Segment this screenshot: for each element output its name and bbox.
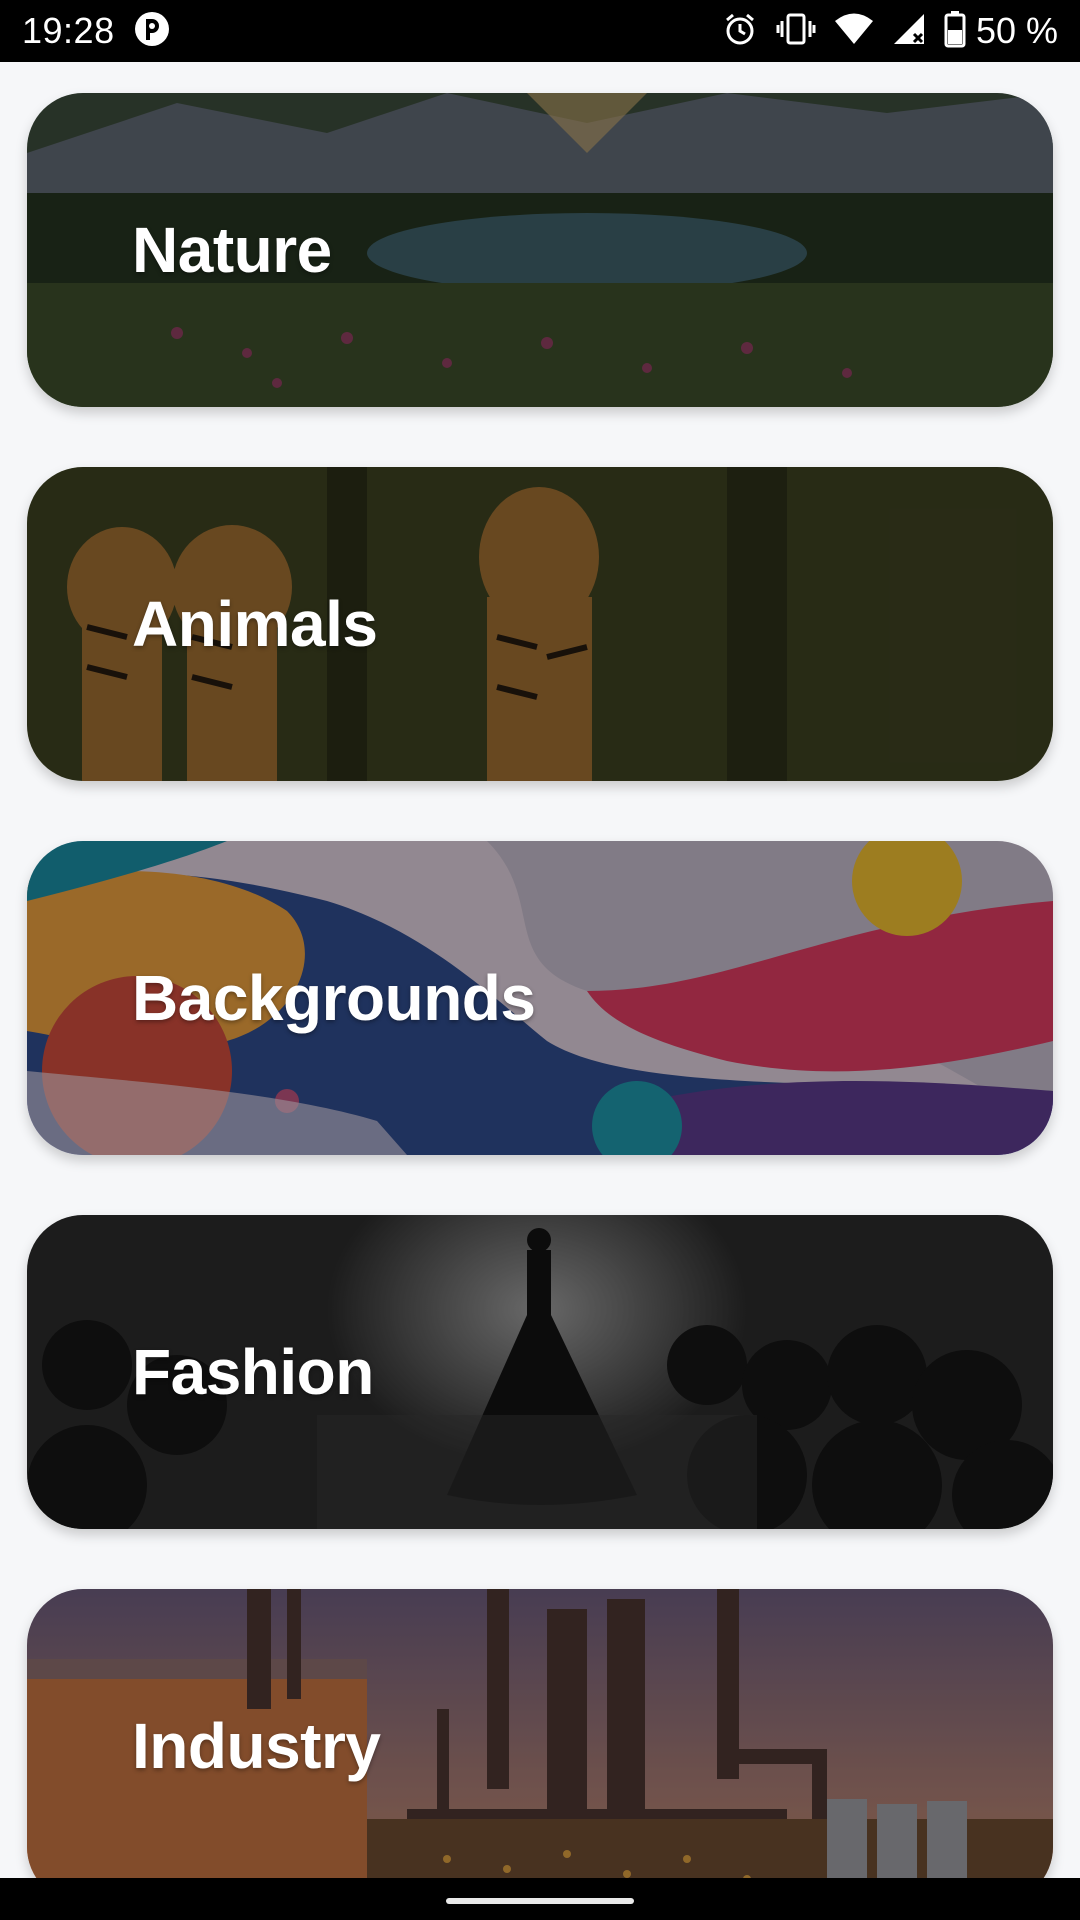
category-label-industry: Industry	[132, 1710, 381, 1782]
category-label-fashion: Fashion	[132, 1336, 374, 1408]
category-label-backgrounds: Backgrounds	[132, 962, 536, 1034]
category-card-animals[interactable]: Animals	[27, 467, 1053, 781]
category-label-animals: Animals	[132, 588, 378, 660]
category-card-fashion[interactable]: Fashion	[27, 1215, 1053, 1529]
status-time: 19:28	[22, 10, 115, 51]
navigation-bar	[0, 1878, 1080, 1920]
category-card-industry[interactable]: Industry	[27, 1589, 1053, 1878]
vibrate-icon	[776, 11, 816, 52]
home-gesture-handle[interactable]	[446, 1898, 634, 1904]
alarm-icon	[722, 11, 758, 52]
cell-signal-icon	[892, 12, 926, 51]
category-label-nature: Nature	[132, 214, 332, 286]
battery-percent: 50 %	[975, 10, 1058, 51]
status-bar: 19:28 50 %	[0, 0, 1080, 62]
status-right: 50 %	[704, 10, 1058, 53]
category-card-backgrounds[interactable]: Backgrounds	[27, 841, 1053, 1155]
app-notification-icon	[133, 10, 171, 53]
status-left: 19:28	[22, 10, 171, 53]
category-card-nature[interactable]: Nature	[27, 93, 1053, 407]
wifi-icon	[834, 12, 874, 51]
battery-icon	[944, 10, 966, 53]
category-list[interactable]: Nature Animals Backgrounds Fashion Indus…	[0, 62, 1080, 1878]
